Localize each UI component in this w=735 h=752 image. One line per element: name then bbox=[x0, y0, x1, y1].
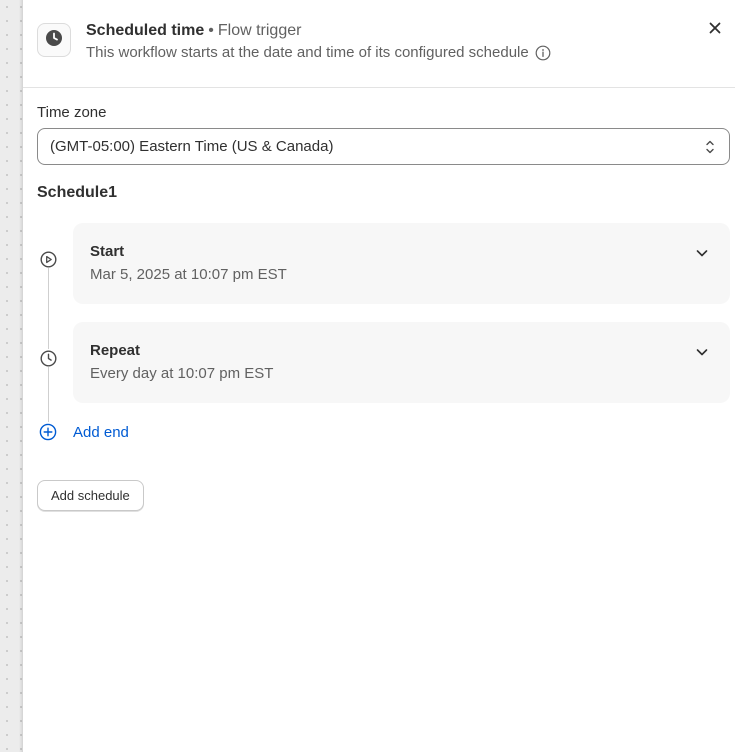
trigger-name: Scheduled time bbox=[86, 22, 205, 39]
start-step-card[interactable]: Start Mar 5, 2025 at 10:07 pm EST bbox=[73, 223, 730, 304]
schedule-title: Schedule1 bbox=[37, 184, 118, 201]
description-text: This workflow starts at the date and tim… bbox=[86, 44, 529, 61]
repeat-step-detail: Every day at 10:07 pm EST bbox=[90, 365, 274, 382]
add-schedule-button[interactable]: Add schedule bbox=[37, 480, 144, 511]
title-separator: • bbox=[208, 22, 214, 39]
timezone-value: (GMT-05:00) Eastern Time (US & Canada) bbox=[50, 138, 334, 155]
trigger-type: Flow trigger bbox=[217, 22, 302, 39]
play-circle-icon bbox=[39, 250, 57, 268]
chevron-down-icon bbox=[694, 344, 710, 360]
repeat-step-title: Repeat bbox=[90, 342, 141, 359]
clock-icon bbox=[45, 29, 63, 52]
panel-title: Scheduled time • Flow trigger bbox=[86, 21, 301, 41]
info-icon[interactable] bbox=[535, 45, 551, 61]
close-button[interactable] bbox=[705, 18, 725, 38]
add-end-label: Add end bbox=[73, 423, 129, 441]
chevron-down-icon bbox=[694, 245, 710, 261]
close-icon bbox=[709, 22, 721, 34]
timezone-label: Time zone bbox=[37, 104, 107, 121]
plus-circle-icon bbox=[39, 423, 57, 441]
start-step-detail: Mar 5, 2025 at 10:07 pm EST bbox=[90, 266, 287, 283]
add-end-link[interactable]: Add end bbox=[39, 423, 129, 441]
select-chevrons-icon bbox=[705, 138, 715, 160]
start-step-title: Start bbox=[90, 243, 125, 260]
timeline-connector bbox=[48, 268, 49, 422]
repeat-step-card[interactable]: Repeat Every day at 10:07 pm EST bbox=[73, 322, 730, 403]
panel-description: This workflow starts at the date and tim… bbox=[86, 44, 551, 62]
clock-outline-icon bbox=[39, 349, 57, 367]
trigger-details-panel: Scheduled time • Flow trigger This workflo… bbox=[23, 0, 735, 752]
timezone-select[interactable]: (GMT-05:00) Eastern Time (US & Canada) bbox=[37, 128, 730, 165]
trigger-icon-badge bbox=[37, 23, 71, 57]
panel-header: Scheduled time • Flow trigger This workflo… bbox=[23, 0, 735, 88]
